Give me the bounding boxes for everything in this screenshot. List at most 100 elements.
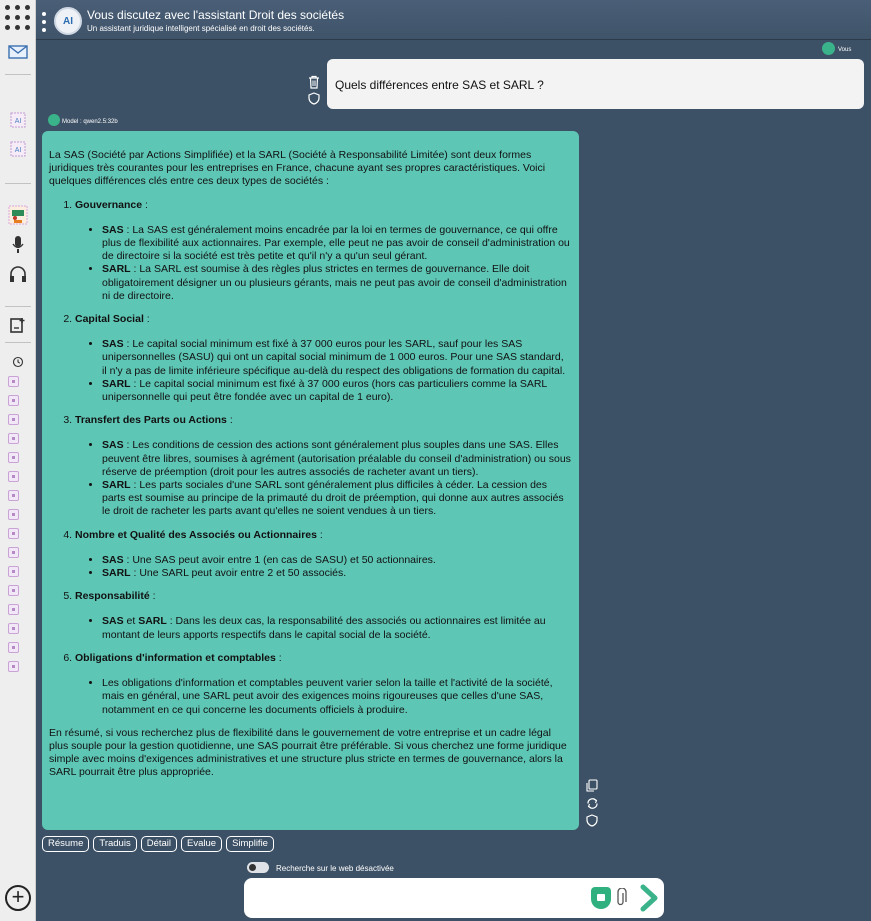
list-item: SARL : Une SARL peut avoir entre 2 et 50… xyxy=(102,567,571,580)
new-note-icon[interactable] xyxy=(8,315,28,335)
history-chat-icon[interactable] xyxy=(8,547,19,558)
list-item: SARL : La SARL est soumise à des règles … xyxy=(102,263,571,303)
microphone-icon[interactable] xyxy=(8,235,28,255)
history-chat-icon[interactable] xyxy=(8,604,19,615)
translate-button[interactable]: Traduis xyxy=(93,836,137,852)
list-item: SARL : Le capital social minimum est fix… xyxy=(102,378,571,404)
item-text: Les obligations d'information et comptab… xyxy=(102,677,553,716)
sidebar-divider xyxy=(5,342,31,343)
answer-section: Gouvernance :SAS : La SAS est généraleme… xyxy=(75,199,571,303)
item-text: : Les parts sociales d'une SARL sont gén… xyxy=(102,479,564,518)
list-item: SAS et SARL : Dans les deux cas, la resp… xyxy=(102,615,571,641)
item-lead: SARL xyxy=(102,567,131,580)
add-icon[interactable]: + xyxy=(5,885,31,911)
item-lead: SAS xyxy=(102,615,124,628)
section-list: SAS : Le capital social minimum est fixé… xyxy=(47,338,571,404)
history-chat-icon[interactable] xyxy=(8,414,19,425)
answer-section: Nombre et Qualité des Associés ou Action… xyxy=(75,529,571,581)
section-title: Transfert des Parts ou Actions xyxy=(75,414,227,427)
history-chat-icon[interactable] xyxy=(8,642,19,653)
history-chat-icon[interactable] xyxy=(8,490,19,501)
lock-shield-icon[interactable] xyxy=(591,887,611,909)
shield-icon[interactable] xyxy=(307,92,321,106)
history-icon[interactable] xyxy=(8,352,28,372)
detail-button[interactable]: Détail xyxy=(140,836,177,852)
simplify-button[interactable]: Simplifie xyxy=(226,836,274,852)
item-text: : Une SARL peut avoir entre 2 et 50 asso… xyxy=(130,567,347,580)
chat-header: AI Vous discutez avec l'assistant Droit … xyxy=(36,0,871,40)
history-chat-icon[interactable] xyxy=(8,376,19,387)
mail-icon[interactable] xyxy=(8,42,28,62)
list-item: SAS : Une SAS peut avoir entre 1 (en cas… xyxy=(102,554,571,567)
item-lead: SAS xyxy=(102,439,124,452)
item-text: : La SAS est généralement moins encadrée… xyxy=(102,223,570,263)
history-chat-icon[interactable] xyxy=(8,566,19,577)
list-item: SAS : Le capital social minimum est fixé… xyxy=(102,338,571,378)
history-chat-icon[interactable] xyxy=(8,509,19,520)
history-chat-icon[interactable] xyxy=(8,395,19,406)
model-avatar-icon xyxy=(48,114,60,126)
assistant-logo: AI xyxy=(54,7,82,35)
message-input[interactable] xyxy=(252,888,582,908)
answer-section: Responsabilité :SAS et SARL : Dans les d… xyxy=(75,590,571,642)
web-search-toggle[interactable] xyxy=(247,862,269,873)
history-chat-icon[interactable] xyxy=(8,585,19,596)
item-lead: SARL xyxy=(102,377,131,390)
ai-chip-icon[interactable]: AI xyxy=(8,139,28,159)
apps-grid-icon[interactable] xyxy=(5,5,31,31)
item-lead: SARL xyxy=(102,263,131,276)
item-lead: SAS xyxy=(102,338,124,351)
evaluate-button[interactable]: Evalue xyxy=(181,836,223,852)
history-chat-icon[interactable] xyxy=(8,661,19,672)
item-lead: SAS xyxy=(102,553,124,566)
answer-conclusion: En résumé, si vous recherchez plus de fl… xyxy=(49,726,567,779)
send-icon[interactable] xyxy=(638,884,660,917)
item-text: : Le capital social minimum est fixé à 3… xyxy=(102,377,547,404)
section-list: SAS : Les conditions de cession des acti… xyxy=(47,439,571,518)
shield-icon[interactable] xyxy=(585,814,599,828)
history-chat-icon[interactable] xyxy=(8,623,19,634)
history-chat-icon[interactable] xyxy=(8,452,19,463)
left-sidebar: AI AI + xyxy=(0,0,36,921)
list-item: SAS : La SAS est généralement moins enca… xyxy=(102,224,571,264)
answer-sections: Gouvernance :SAS : La SAS est généraleme… xyxy=(49,199,571,717)
history-chat-icon[interactable] xyxy=(8,433,19,444)
item-text: : Le capital social minimum est fixé à 3… xyxy=(102,338,566,377)
section-list: Les obligations d'information et comptab… xyxy=(47,677,571,717)
ai-chip-icon[interactable]: AI xyxy=(8,110,28,130)
item-text: : Une SAS peut avoir entre 1 (en cas de … xyxy=(123,553,436,566)
list-item: Les obligations d'information et comptab… xyxy=(102,677,571,717)
regenerate-icon[interactable] xyxy=(585,797,599,811)
history-chat-icon[interactable] xyxy=(8,528,19,539)
action-buttons: Résume Traduis Détail Evalue Simplifie xyxy=(42,836,274,852)
item-lead: SARL xyxy=(138,615,167,628)
item-lead: SARL xyxy=(102,479,131,492)
teacher-icon[interactable] xyxy=(8,205,28,225)
list-item: SARL : Les parts sociales d'une SARL son… xyxy=(102,479,571,519)
section-title: Responsabilité xyxy=(75,590,150,603)
svg-text:AI: AI xyxy=(15,118,22,125)
item-text: : La SARL est soumise à des règles plus … xyxy=(102,263,567,302)
svg-text:AI: AI xyxy=(15,147,22,154)
item-connector: et xyxy=(123,615,139,628)
trash-icon[interactable] xyxy=(307,75,321,89)
summarize-button[interactable]: Résume xyxy=(42,836,90,852)
list-item: SAS : Les conditions de cession des acti… xyxy=(102,439,571,479)
section-title: Nombre et Qualité des Associés ou Action… xyxy=(75,528,317,541)
history-chat-icon[interactable] xyxy=(8,471,19,482)
section-title: Capital Social xyxy=(75,313,144,326)
sidebar-divider xyxy=(5,306,31,307)
answer-section: Capital Social :SAS : Le capital social … xyxy=(75,313,571,404)
answer-section: Transfert des Parts ou Actions :SAS : Le… xyxy=(75,414,571,518)
attach-icon[interactable] xyxy=(615,887,627,913)
item-text: : Les conditions de cession des actions … xyxy=(102,439,571,478)
sidebar-divider xyxy=(5,74,31,75)
headset-icon[interactable] xyxy=(8,265,28,285)
more-menu-icon[interactable] xyxy=(42,12,46,32)
copy-icon[interactable] xyxy=(585,779,599,793)
section-list: SAS : La SAS est généralement moins enca… xyxy=(47,224,571,303)
sidebar-divider xyxy=(5,183,31,184)
section-title: Obligations d'information et comptables xyxy=(75,651,276,664)
section-list: SAS et SARL : Dans les deux cas, la resp… xyxy=(47,615,571,641)
answer-intro: La SAS (Société par Actions Simplifiée) … xyxy=(49,149,546,188)
